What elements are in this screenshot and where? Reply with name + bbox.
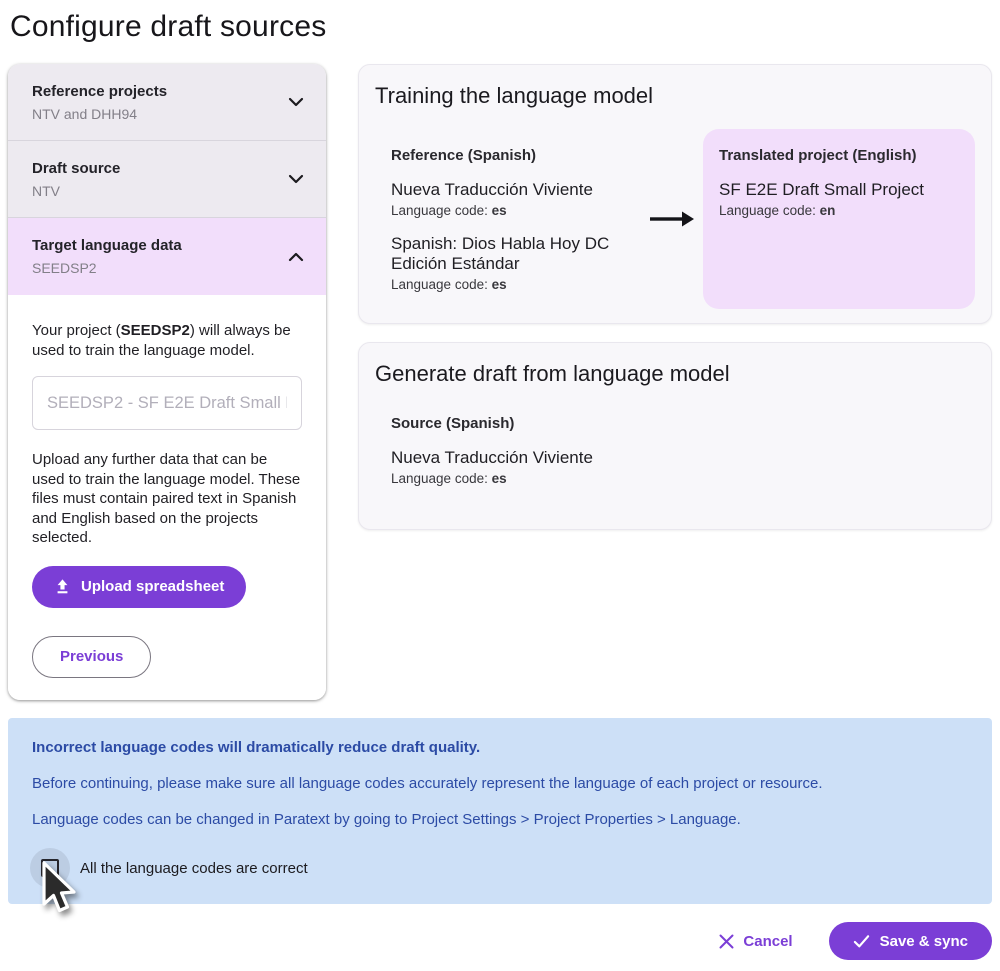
warning-headline: Incorrect language codes will dramatical… [32,738,968,758]
project-code: SEEDSP2 [121,322,190,339]
translated-project-panel: Translated project (English) SF E2E Draf… [703,129,975,309]
language-codes-confirm-row: All the language codes are correct [32,846,968,890]
accordion-subtitle: SEEDSP2 [32,260,182,276]
check-icon [853,934,870,949]
chevron-down-icon [288,174,304,184]
configure-draft-sources-page: Configure draft sources Reference projec… [0,0,1000,971]
accordion-draft-source[interactable]: Draft source NTV [8,141,326,218]
accordion-title: Draft source [32,160,120,177]
warning-line-3: Language codes can be changed in Paratex… [32,810,968,830]
training-card: Training the language model Reference (S… [358,64,992,324]
training-card-title: Training the language model [375,83,975,109]
language-code: Language code: en [719,203,959,218]
project-name: SF E2E Draft Small Project [719,180,959,200]
reference-projects-group: Reference (Spanish) Nueva Traducción Viv… [375,129,649,309]
chevron-up-icon [288,252,304,262]
save-button-label: Save & sync [880,933,968,950]
reference-label: Reference (Spanish) [391,147,649,164]
page-title: Configure draft sources [8,0,992,64]
upload-spreadsheet-button[interactable]: Upload spreadsheet [32,566,246,608]
training-direction-arrow [649,129,703,309]
accordion-reference-projects[interactable]: Reference projects NTV and DHH94 [8,64,326,141]
accordion-title: Reference projects [32,83,167,100]
project-name: Spanish: Dios Habla Hoy DC Edición Están… [391,234,646,274]
project-name: Nueva Traducción Viviente [391,448,975,468]
close-icon [719,934,734,949]
accordion-subtitle: NTV and DHH94 [32,106,167,122]
language-code: Language code: es [391,277,646,292]
draft-overview-column: Training the language model Reference (S… [358,64,992,530]
language-code: Language code: es [391,203,649,218]
upload-icon [54,578,71,595]
cancel-button[interactable]: Cancel [713,932,798,951]
upload-button-label: Upload spreadsheet [81,578,224,595]
language-codes-warning-banner: Incorrect language codes will dramatical… [8,718,992,904]
translated-project-label: Translated project (English) [719,147,959,164]
draft-sources-stepper: Reference projects NTV and DHH94 Draft s… [8,64,326,700]
reference-project-item: Spanish: Dios Habla Hoy DC Edición Están… [391,234,646,292]
warning-line-2: Before continuing, please make sure all … [32,774,968,794]
generate-card-title: Generate draft from language model [375,361,975,387]
project-name: Nueva Traducción Viviente [391,180,649,200]
main-columns: Reference projects NTV and DHH94 Draft s… [8,64,992,700]
accordion-target-language-data[interactable]: Target language data SEEDSP2 [8,218,326,295]
language-code: Language code: es [391,471,975,486]
target-language-data-panel: Your project (SEEDSP2) will always be us… [8,295,326,700]
save-and-sync-button[interactable]: Save & sync [829,922,992,960]
source-label: Source (Spanish) [391,415,975,432]
accordion-title: Target language data [32,237,182,254]
reference-project-item: Nueva Traducción Viviente Language code:… [391,180,649,218]
upload-instructions: Upload any further data that can be used… [32,450,302,548]
project-training-note: Your project (SEEDSP2) will always be us… [32,321,302,360]
checkbox-label: All the language codes are correct [80,860,308,877]
previous-button-label: Previous [60,648,123,665]
previous-button[interactable]: Previous [32,636,151,678]
footer-actions: Cancel Save & sync [8,922,992,960]
generate-card: Generate draft from language model Sourc… [358,342,992,530]
draft-source-group: Source (Spanish) Nueva Traducción Vivien… [375,407,975,514]
target-project-input[interactable] [32,376,302,430]
chevron-down-icon [288,97,304,107]
language-codes-checkbox[interactable] [41,859,59,877]
accordion-subtitle: NTV [32,183,120,199]
cancel-button-label: Cancel [743,933,792,950]
